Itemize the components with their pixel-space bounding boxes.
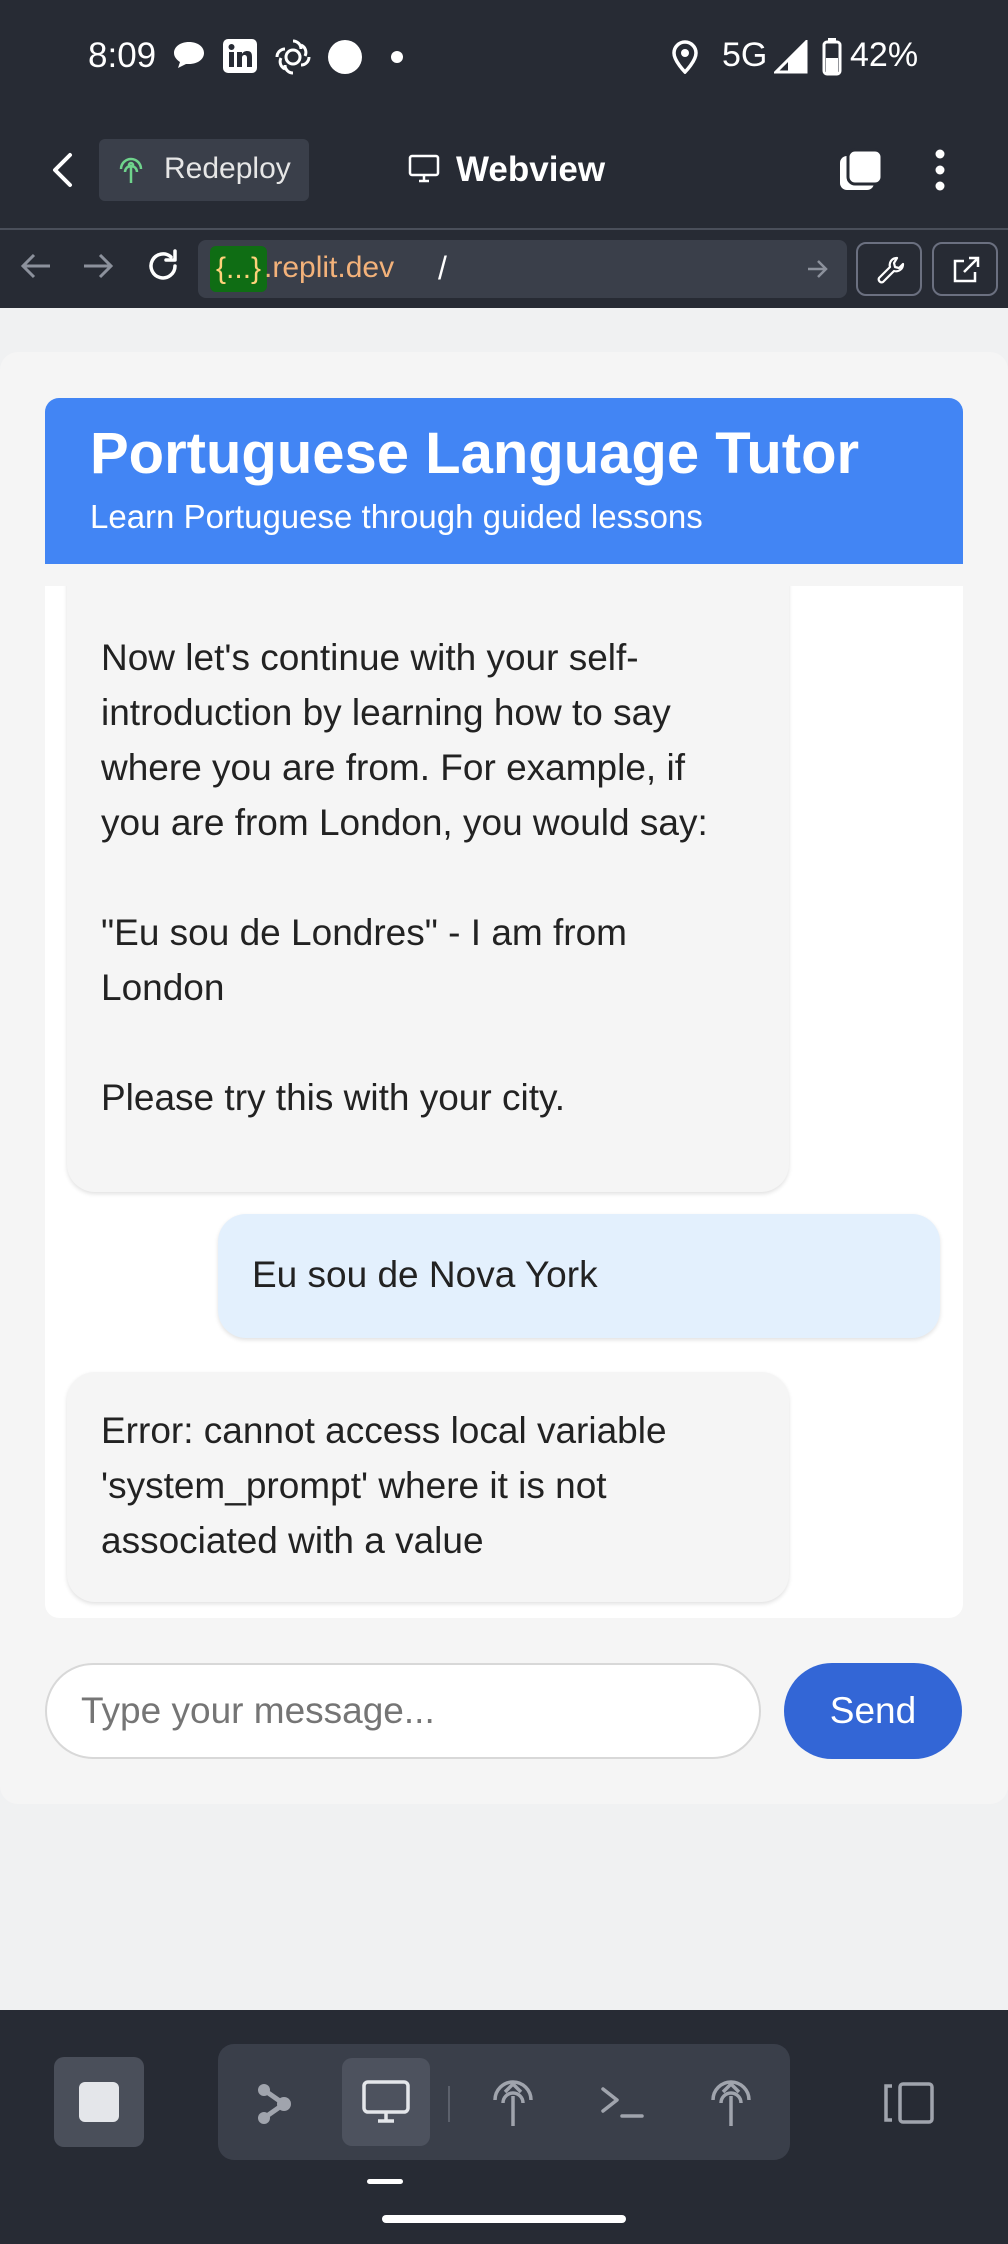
battery-percent: 42% [850,36,919,74]
nav-back-icon[interactable] [20,252,52,280]
deploy-icon[interactable] [490,2076,536,2128]
message-line: you are from London, you would say: [101,802,708,843]
message-line: Please try this with your city. [101,1077,566,1118]
webview-tab[interactable] [342,2058,430,2146]
url-field[interactable]: {...} .replit.dev / [198,240,847,298]
url-domain-prefix: {...} [210,246,268,292]
monitor-icon [408,154,440,184]
divider [0,228,1008,230]
tool-group [218,2044,790,2160]
status-time: 8:09 [88,36,157,75]
bottom-toolbar [0,2010,1008,2244]
panel-toggle-icon[interactable] [882,2080,936,2126]
user-message: Eu sou de Nova York [218,1214,940,1338]
deployments-icon[interactable] [708,2076,754,2128]
bot-error-message: Error: cannot access local variable 'sys… [67,1372,789,1602]
linkedin-icon [222,38,258,74]
message-gap [101,850,781,905]
divider [448,2086,450,2122]
message-line: introduction by learning how to say [101,692,671,733]
nav-forward-icon[interactable] [82,252,114,280]
shell-icon[interactable] [600,2084,644,2120]
home-indicator[interactable] [382,2215,626,2223]
deploy-icon [117,155,145,185]
message-text: Error: cannot access local variable 'sys… [101,1403,781,1568]
stop-button[interactable] [54,2057,144,2147]
monitor-icon [362,2080,410,2124]
message-line: 'system_prompt' where it is not [101,1465,607,1506]
page-subtitle: Learn Portuguese through guided lessons [90,498,703,535]
app-title: Webview [456,150,606,189]
send-button[interactable]: Send [784,1663,962,1759]
tutor-header: Portuguese Language Tutor Learn Portugue… [45,398,963,564]
message-line: Error: cannot access local variable [101,1410,667,1451]
indicator [367,2179,403,2184]
signal-icon [774,40,808,74]
stop-icon [79,2082,119,2122]
redeploy-button[interactable]: Redeploy [99,139,309,201]
message-input[interactable] [45,1663,761,1759]
openai-icon [274,38,312,76]
message-line: associated with a value [101,1520,484,1561]
devtools-button[interactable] [856,242,922,296]
chat-messages[interactable]: Now let's continue with your self- intro… [45,586,963,1618]
back-arrow-icon[interactable] [50,152,76,188]
message-gap [101,1015,781,1070]
message-text: Eu sou de Nova York [252,1254,598,1295]
message-line: where you are from. For example, if [101,747,685,788]
reload-icon[interactable] [145,248,181,284]
circle-icon [328,40,362,74]
dot-icon [391,51,403,63]
url-domain: .replit.dev [264,251,395,284]
wrench-icon [875,255,905,285]
message-text: Now let's continue with your self- intro… [101,630,781,1125]
message-line: Now let's continue with your self- [101,637,639,678]
page-title: Portuguese Language Tutor [90,421,860,486]
message-line: "Eu sou de Londres" - I am from [101,912,628,953]
message-line: London [101,967,225,1008]
agent-icon[interactable] [254,2082,294,2126]
open-external-button[interactable] [932,242,998,296]
more-options-icon[interactable] [932,148,948,192]
bot-message: Now let's continue with your self- intro… [67,586,789,1192]
external-link-icon [951,255,981,285]
location-icon [672,40,698,74]
url-path: / [438,250,447,286]
battery-icon [822,38,842,76]
network-label: 5G [722,36,768,74]
chat-bubble-icon [172,40,206,70]
go-arrow-icon[interactable] [806,258,830,280]
top-chrome: 8:09 5G 42% Redeploy Webview {...} .repl… [0,0,1008,308]
redeploy-label: Redeploy [164,152,291,185]
tabs-icon[interactable] [838,148,884,192]
